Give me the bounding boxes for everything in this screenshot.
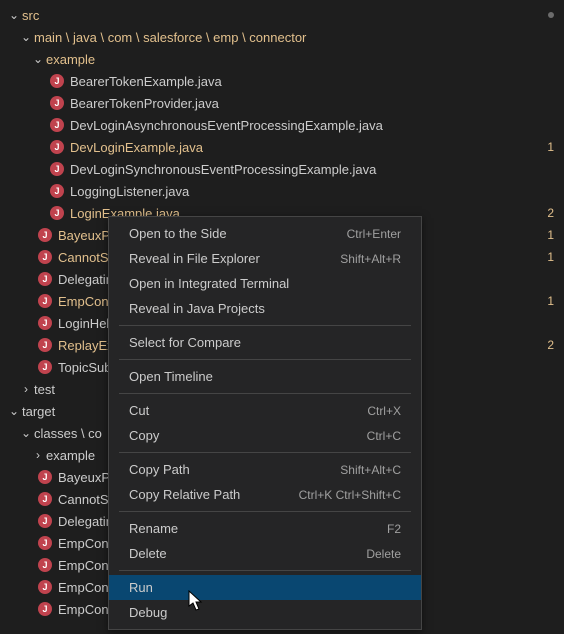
menu-item-copy-relative-path[interactable]: Copy Relative PathCtrl+K Ctrl+Shift+C xyxy=(109,482,421,507)
java-file-icon: J xyxy=(50,184,64,198)
java-file-icon: J xyxy=(38,602,52,616)
java-file-icon: J xyxy=(38,470,52,484)
java-file-icon: J xyxy=(38,250,52,264)
menu-shortcut: Ctrl+K Ctrl+Shift+C xyxy=(299,488,401,502)
menu-item-open-to-the-side[interactable]: Open to the SideCtrl+Enter xyxy=(109,221,421,246)
menu-label: Reveal in File Explorer xyxy=(129,251,340,266)
menu-item-open-in-integrated-terminal[interactable]: Open in Integrated Terminal xyxy=(109,271,421,296)
folder-label: example xyxy=(46,52,554,67)
chevron-down-icon: ⌄ xyxy=(18,427,34,439)
menu-separator xyxy=(119,325,411,326)
file-label: DevLoginAsynchronousEventProcessingExamp… xyxy=(70,118,554,133)
chevron-down-icon: ⌄ xyxy=(6,405,22,417)
menu-shortcut: Ctrl+X xyxy=(367,404,401,418)
problem-badge: 1 xyxy=(547,228,554,242)
folder-label: src xyxy=(22,8,548,23)
menu-item-debug[interactable]: Debug xyxy=(109,600,421,625)
java-file-icon: J xyxy=(38,360,52,374)
problem-badge: 1 xyxy=(547,294,554,308)
menu-item-run[interactable]: Run xyxy=(109,575,421,600)
menu-item-cut[interactable]: CutCtrl+X xyxy=(109,398,421,423)
java-file-icon: J xyxy=(38,492,52,506)
menu-shortcut: Delete xyxy=(366,547,401,561)
java-file-icon: J xyxy=(38,558,52,572)
menu-item-open-timeline[interactable]: Open Timeline xyxy=(109,364,421,389)
file-label: LoggingListener.java xyxy=(70,184,554,199)
java-file-icon: J xyxy=(38,272,52,286)
java-file-icon: J xyxy=(50,162,64,176)
java-file-icon: J xyxy=(50,96,64,110)
menu-item-reveal-in-file-explorer[interactable]: Reveal in File ExplorerShift+Alt+R xyxy=(109,246,421,271)
menu-label: Open Timeline xyxy=(129,369,401,384)
folder-label: main \ java \ com \ salesforce \ emp \ c… xyxy=(34,30,554,45)
tree-file[interactable]: J DevLoginExample.java1 xyxy=(0,136,564,158)
menu-label: Debug xyxy=(129,605,401,620)
problem-badge: 1 xyxy=(547,140,554,154)
menu-separator xyxy=(119,570,411,571)
menu-item-delete[interactable]: DeleteDelete xyxy=(109,541,421,566)
menu-separator xyxy=(119,393,411,394)
file-label: DevLoginExample.java xyxy=(70,140,547,155)
tree-file[interactable]: J LoggingListener.java xyxy=(0,180,564,202)
file-label: DevLoginSynchronousEventProcessingExampl… xyxy=(70,162,554,177)
file-label: BearerTokenProvider.java xyxy=(70,96,554,111)
menu-label: Copy Path xyxy=(129,462,340,477)
problem-badge: 2 xyxy=(547,206,554,220)
menu-shortcut: F2 xyxy=(387,522,401,536)
menu-label: Open to the Side xyxy=(129,226,347,241)
chevron-down-icon: ⌄ xyxy=(18,31,34,43)
menu-shortcut: Shift+Alt+C xyxy=(340,463,401,477)
menu-label: Rename xyxy=(129,521,387,536)
tree-folder-src[interactable]: ⌄ src xyxy=(0,4,564,26)
java-file-icon: J xyxy=(38,338,52,352)
java-file-icon: J xyxy=(38,514,52,528)
java-file-icon: J xyxy=(38,228,52,242)
menu-item-rename[interactable]: RenameF2 xyxy=(109,516,421,541)
context-menu: Open to the SideCtrl+EnterReveal in File… xyxy=(108,216,422,630)
java-file-icon: J xyxy=(50,118,64,132)
menu-separator xyxy=(119,359,411,360)
menu-item-copy[interactable]: CopyCtrl+C xyxy=(109,423,421,448)
java-file-icon: J xyxy=(38,580,52,594)
java-file-icon: J xyxy=(50,140,64,154)
menu-shortcut: Ctrl+Enter xyxy=(347,227,401,241)
menu-label: Open in Integrated Terminal xyxy=(129,276,401,291)
chevron-down-icon: ⌄ xyxy=(6,9,22,21)
file-label: BearerTokenExample.java xyxy=(70,74,554,89)
problem-badge: 1 xyxy=(547,250,554,264)
menu-label: Select for Compare xyxy=(129,335,401,350)
menu-label: Copy xyxy=(129,428,367,443)
tree-file[interactable]: J BearerTokenExample.java xyxy=(0,70,564,92)
tree-file[interactable]: J BearerTokenProvider.java xyxy=(0,92,564,114)
tree-folder-example[interactable]: ⌄ example xyxy=(0,48,564,70)
chevron-right-icon: › xyxy=(30,449,46,461)
java-file-icon: J xyxy=(50,74,64,88)
java-file-icon: J xyxy=(50,206,64,220)
menu-separator xyxy=(119,511,411,512)
menu-label: Run xyxy=(129,580,401,595)
menu-shortcut: Shift+Alt+R xyxy=(340,252,401,266)
chevron-down-icon: ⌄ xyxy=(30,53,46,65)
menu-item-reveal-in-java-projects[interactable]: Reveal in Java Projects xyxy=(109,296,421,321)
menu-item-select-for-compare[interactable]: Select for Compare xyxy=(109,330,421,355)
problem-badge: 2 xyxy=(547,338,554,352)
tree-file[interactable]: J DevLoginSynchronousEventProcessingExamp… xyxy=(0,158,564,180)
java-file-icon: J xyxy=(38,294,52,308)
java-file-icon: J xyxy=(38,536,52,550)
java-file-icon: J xyxy=(38,316,52,330)
menu-label: Delete xyxy=(129,546,366,561)
menu-separator xyxy=(119,452,411,453)
tree-folder-path[interactable]: ⌄ main \ java \ com \ salesforce \ emp \… xyxy=(0,26,564,48)
chevron-right-icon: › xyxy=(18,383,34,395)
tree-file[interactable]: J DevLoginAsynchronousEventProcessingExam… xyxy=(0,114,564,136)
menu-label: Reveal in Java Projects xyxy=(129,301,401,316)
menu-label: Cut xyxy=(129,403,367,418)
menu-item-copy-path[interactable]: Copy PathShift+Alt+C xyxy=(109,457,421,482)
menu-label: Copy Relative Path xyxy=(129,487,299,502)
modified-dot-icon xyxy=(548,12,554,18)
menu-shortcut: Ctrl+C xyxy=(367,429,401,443)
